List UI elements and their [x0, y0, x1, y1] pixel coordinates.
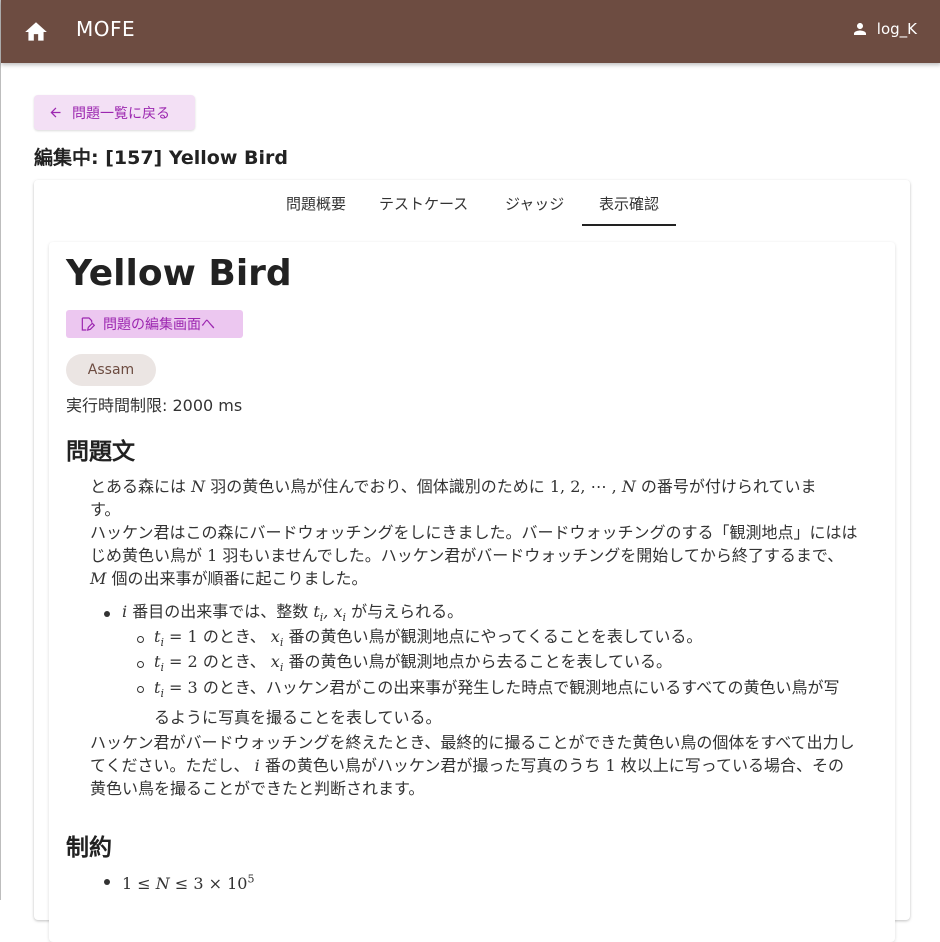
- arrow-left-icon: [50, 107, 61, 118]
- app-title[interactable]: MOFE: [76, 17, 135, 41]
- text: ハッケン君がバードウォッチングを終えたとき、最終的に撮ることができた黄色い鳥の個…: [90, 733, 855, 752]
- text: 個の出来事が順番に起こりました。: [111, 569, 368, 588]
- sub-bullet: [137, 661, 144, 668]
- active-tab-indicator: [582, 224, 676, 226]
- statement-heading: 問題文: [66, 439, 135, 465]
- text: 枚以上に写っている場合、その: [620, 756, 844, 775]
- text: るように写真を撮ることを表している。: [154, 708, 442, 728]
- back-to-list-button[interactable]: 問題一覧に戻る: [34, 95, 195, 130]
- text: 番の黄色い鳥がハッケン君が撮った写真のうち: [264, 756, 601, 775]
- math: = 2: [163, 652, 203, 671]
- tab-testcases[interactable]: テストケース: [379, 193, 468, 214]
- text: す。: [90, 500, 121, 519]
- text: 番の黄色い鳥が観測地点にやってくることを表している。: [288, 627, 703, 646]
- statement-paragraph-3: ハッケン君がバードウォッチングを終えたとき、最終的に撮ることができた黄色い鳥の個…: [90, 731, 880, 800]
- sub-bullet: [137, 636, 144, 643]
- edit-problem-button[interactable]: 問題の編集画面へ: [66, 310, 243, 338]
- text: とある森には: [90, 477, 187, 496]
- math: = 1: [163, 627, 203, 646]
- math: M: [90, 569, 107, 588]
- bullet-dot: [104, 879, 110, 885]
- text: 黄色い鳥を撮ることができたと判断されます。: [90, 779, 425, 798]
- math: N: [191, 477, 206, 496]
- math: 1: [207, 546, 218, 565]
- math: xi: [270, 652, 284, 675]
- math: i: [254, 756, 260, 775]
- app-bar: MOFE log_K: [1, 0, 940, 63]
- person-icon: [853, 23, 866, 35]
- tab-judge[interactable]: ジャッジ: [505, 193, 564, 214]
- tab-bar: 問題概要 テストケース ジャッジ 表示確認: [34, 180, 910, 227]
- text: じめ黄色い鳥が: [90, 546, 203, 565]
- math: 1 ≤ N ≤ 3 × 105: [122, 873, 255, 894]
- sub-bullet: [137, 686, 144, 693]
- math: ti: [154, 652, 164, 675]
- math: 1, 2, ⋯ , N: [549, 477, 636, 496]
- editing-heading: 編集中: [157] Yellow Bird: [34, 147, 288, 169]
- home-icon[interactable]: [23, 19, 49, 45]
- bullet-dot: [104, 611, 110, 617]
- math: ti: [154, 678, 164, 701]
- problem-preview: Yellow Bird 問題の編集画面へ Assam 実行時間制限: 2000 …: [49, 242, 895, 942]
- back-button-label: 問題一覧に戻る: [72, 105, 170, 122]
- math: = 3: [163, 678, 203, 697]
- text: ハッケン君はこの森にバードウォッチングをしにきました。バードウォッチングのする「…: [90, 523, 858, 542]
- math: xi: [270, 627, 284, 650]
- text: 番目の出来事では、整数: [132, 602, 309, 621]
- math: ti, xi: [313, 602, 347, 625]
- text: のとき、: [202, 652, 266, 671]
- math: ti: [154, 627, 164, 650]
- text: 羽の黄色い鳥が住んでおり、個体識別のために: [210, 477, 545, 496]
- text: が与えられる。: [351, 602, 464, 621]
- difficulty-chip: Assam: [66, 354, 156, 386]
- edit-button-label: 問題の編集画面へ: [103, 317, 215, 333]
- problem-title: Yellow Bird: [66, 253, 292, 294]
- edit-note-icon: [81, 317, 95, 331]
- text: 番の黄色い鳥が観測地点から去ることを表している。: [288, 652, 672, 671]
- user-name: log_K: [876, 20, 917, 38]
- constraint-item: 1 ≤ N ≤ 3 × 105: [122, 868, 254, 896]
- editor-card: 問題概要 テストケース ジャッジ 表示確認 Yellow Bird 問題の編集画…: [34, 180, 910, 942]
- text: のとき、ハッケン君がこの出来事が発生した時点で観測地点にいるすべての黄色い鳥が写: [202, 678, 840, 697]
- text: てください。ただし、: [90, 756, 250, 775]
- text: の番号が付けられていま: [640, 477, 817, 496]
- text: のとき、: [202, 627, 266, 646]
- tab-overview[interactable]: 問題概要: [286, 193, 346, 214]
- list-item: ti = 3 のとき、ハッケン君がこの出来事が発生した時点で観測地点にいるすべて…: [154, 676, 874, 730]
- statement-paragraph-1: とある森には N 羽の黄色い鳥が住んでおり、個体識別のために 1, 2, ⋯ ,…: [90, 475, 880, 590]
- math: i: [122, 602, 128, 621]
- user-menu[interactable]: log_K: [851, 20, 917, 38]
- math: 1: [605, 756, 616, 775]
- tab-preview[interactable]: 表示確認: [599, 193, 659, 214]
- text: 羽もいませんでした。ハッケン君がバードウォッチングを開始してから終了するまで、: [222, 546, 844, 565]
- constraints-heading: 制約: [66, 835, 112, 861]
- time-limit: 実行時間制限: 2000 ms: [66, 396, 243, 415]
